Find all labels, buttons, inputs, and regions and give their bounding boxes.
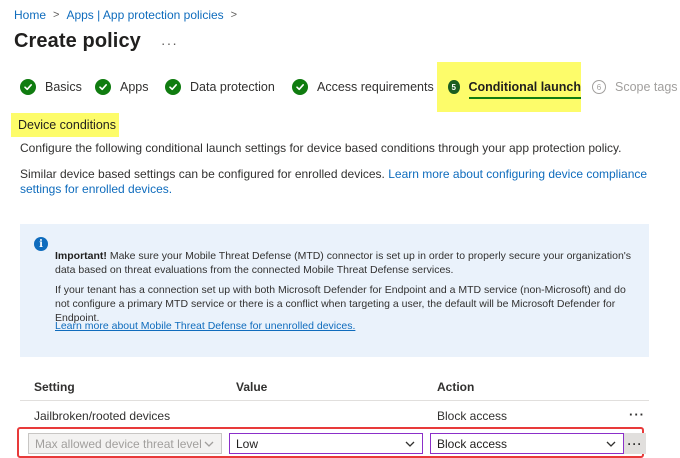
info-paragraph-1-text: Make sure your Mobile Threat Defense (MT… bbox=[55, 250, 632, 276]
chevron-down-icon bbox=[405, 441, 415, 447]
row-more-options-icon[interactable]: ··· bbox=[629, 407, 645, 422]
info-paragraph-2: If your tenant has a connection set up w… bbox=[55, 284, 626, 324]
description-1: Configure the following conditional laun… bbox=[20, 141, 622, 155]
column-header-value: Value bbox=[236, 380, 268, 394]
action-dropdown[interactable]: Block access bbox=[430, 433, 624, 454]
section-title-text: Device conditions bbox=[18, 118, 116, 132]
breadcrumb-home[interactable]: Home bbox=[14, 8, 46, 22]
info-important-label: Important! bbox=[55, 250, 107, 262]
edit-row-more-options-button[interactable]: ··· bbox=[624, 433, 646, 454]
column-header-setting: Setting bbox=[34, 380, 75, 394]
row-setting: Jailbroken/rooted devices bbox=[34, 409, 171, 423]
step-label: Basics bbox=[45, 80, 82, 94]
step-number-badge: 6 bbox=[592, 80, 606, 94]
step-conditional-launch[interactable]: 5 Conditional launch bbox=[437, 62, 581, 112]
row-action: Block access bbox=[437, 409, 508, 423]
info-banner: i Important! Make sure your Mobile Threa… bbox=[20, 224, 649, 357]
check-circle-icon bbox=[20, 79, 36, 95]
check-circle-icon bbox=[95, 79, 111, 95]
wizard-steps: Basics Apps Data protection Access requi… bbox=[0, 62, 680, 116]
step-basics[interactable]: Basics bbox=[20, 62, 82, 112]
step-data-protection[interactable]: Data protection bbox=[165, 62, 275, 112]
page-title: Create policy bbox=[14, 30, 141, 52]
section-title: Device conditions bbox=[11, 113, 119, 137]
chevron-down-icon bbox=[204, 441, 214, 447]
description-2: Similar device based settings can be con… bbox=[20, 167, 650, 197]
step-label: Data protection bbox=[190, 80, 275, 94]
breadcrumb: Home > Apps | App protection policies > bbox=[14, 8, 244, 22]
value-dropdown[interactable]: Low bbox=[229, 433, 423, 454]
check-circle-icon bbox=[292, 79, 308, 95]
info-icon: i bbox=[34, 237, 48, 251]
title-row: Create policy ··· bbox=[14, 30, 178, 53]
check-circle-icon bbox=[165, 79, 181, 95]
chevron-right-icon: > bbox=[230, 9, 238, 21]
step-label: Apps bbox=[120, 80, 149, 94]
setting-dropdown-text: Max allowed device threat level bbox=[35, 436, 202, 451]
step-apps[interactable]: Apps bbox=[95, 62, 149, 112]
description-2-text: Similar device based settings can be con… bbox=[20, 167, 385, 181]
step-scope-tags[interactable]: 6 Scope tags bbox=[592, 62, 678, 112]
step-access-requirements[interactable]: Access requirements bbox=[292, 62, 434, 112]
info-paragraph-1: Important! Make sure your Mobile Threat … bbox=[55, 249, 635, 277]
step-label: Access requirements bbox=[317, 80, 434, 94]
setting-dropdown[interactable]: Max allowed device threat level bbox=[28, 433, 222, 454]
table-divider bbox=[20, 400, 649, 401]
action-dropdown-text: Block access bbox=[437, 436, 508, 451]
chevron-right-icon: > bbox=[53, 9, 60, 21]
mtd-learn-more-link[interactable]: Learn more about Mobile Threat Defense f… bbox=[55, 320, 355, 332]
chevron-down-icon bbox=[606, 441, 616, 447]
step-label: Conditional launch bbox=[468, 80, 582, 99]
more-options-icon[interactable]: ··· bbox=[161, 35, 178, 51]
breadcrumb-app-protection-policies[interactable]: Apps | App protection policies bbox=[66, 8, 223, 22]
column-header-action: Action bbox=[437, 380, 475, 394]
step-number-badge: 5 bbox=[448, 80, 460, 94]
value-dropdown-text: Low bbox=[236, 436, 259, 451]
active-step-underline bbox=[468, 97, 581, 99]
step-label-text: Conditional launch bbox=[468, 80, 582, 94]
step-label: Scope tags bbox=[615, 80, 678, 94]
